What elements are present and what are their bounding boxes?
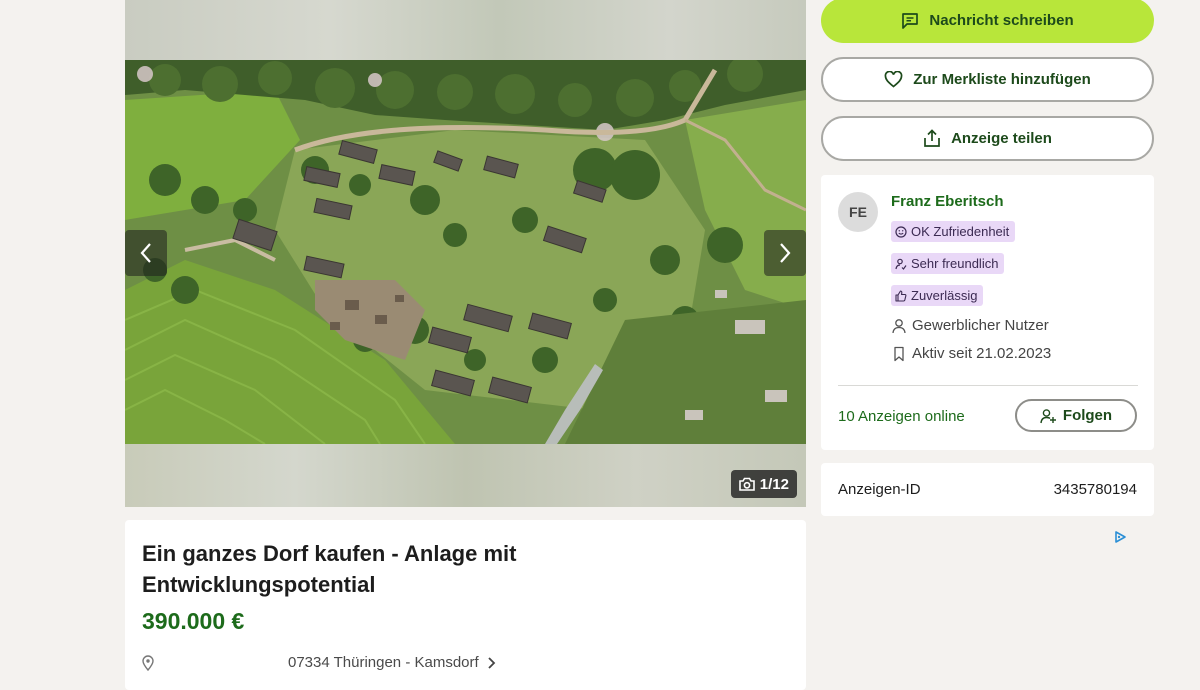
chevron-right-icon — [780, 243, 791, 263]
seller-name-link[interactable]: Franz Eberitsch — [891, 193, 1004, 210]
listing-title: Ein ganzes Dorf kaufen - Anlage mit Entw… — [142, 541, 517, 597]
ad-id-label: Anzeigen-ID — [838, 481, 921, 498]
smiley-icon — [895, 225, 907, 238]
thumbs-up-icon — [895, 289, 907, 302]
avatar[interactable]: FE — [838, 192, 878, 232]
add-to-watchlist-button[interactable]: Zur Merkliste hinzufügen — [821, 57, 1154, 102]
image-gallery[interactable]: 1/12 — [125, 0, 806, 507]
location-pin-icon — [142, 654, 154, 671]
follow-label: Folgen — [1062, 407, 1113, 424]
gallery-prev-button[interactable] — [125, 230, 167, 276]
chevron-right-icon — [488, 656, 495, 669]
follow-user-icon — [1040, 408, 1056, 423]
badge-reliable: Zuverlässig — [891, 285, 984, 306]
image-counter-text: 1/12 — [759, 475, 789, 493]
badge-satisfaction-label: OK Zufriedenheit — [911, 224, 1010, 239]
ad-id-card: Anzeigen-ID 3435780194 — [821, 463, 1154, 516]
adchoices-icon[interactable] — [1113, 530, 1127, 544]
bookmark-icon — [894, 346, 904, 361]
listing-photo[interactable] — [125, 60, 806, 444]
follow-button[interactable]: Folgen — [1015, 399, 1137, 432]
active-since-label: Aktiv seit 21.02.2023 — [912, 345, 1052, 362]
badge-friendly: Sehr freundlich — [891, 253, 1005, 274]
share-icon — [924, 129, 940, 147]
listing-details-card: Ein ganzes Dorf kaufen - Anlage mit Entw… — [125, 520, 806, 690]
friendly-user-icon — [895, 258, 907, 270]
gallery-blur-top — [125, 0, 806, 60]
user-icon — [892, 318, 906, 333]
redacted-street — [168, 656, 288, 670]
share-listing-button[interactable]: Anzeige teilen — [821, 116, 1154, 161]
gallery-blur-bottom — [125, 444, 806, 507]
ad-id-value: 3435780194 — [1053, 481, 1137, 498]
divider — [838, 385, 1138, 386]
seller-type: Gewerblicher Nutzer — [891, 317, 1049, 334]
image-counter[interactable]: 1/12 — [730, 470, 797, 498]
send-message-label: Nachricht schreiben — [929, 12, 1074, 29]
location-text: 07334 Thüringen - Kamsdorf — [288, 654, 479, 671]
heart-icon — [884, 71, 903, 88]
watchlist-label: Zur Merkliste hinzufügen — [913, 71, 1091, 88]
listing-location[interactable]: 07334 Thüringen - Kamsdorf — [142, 654, 496, 671]
message-icon — [902, 12, 919, 29]
seller-type-label: Gewerblicher Nutzer — [912, 317, 1049, 334]
badge-satisfaction: OK Zufriedenheit — [891, 221, 1016, 242]
camera-icon — [738, 477, 755, 491]
seller-active-since: Aktiv seit 21.02.2023 — [891, 345, 1051, 362]
badge-friendly-label: Sehr freundlich — [911, 256, 999, 271]
badge-reliable-label: Zuverlässig — [911, 288, 978, 303]
seller-card: FE Franz Eberitsch OK Zufriedenheit Sehr… — [821, 175, 1154, 450]
gallery-next-button[interactable] — [764, 230, 806, 276]
chevron-left-icon — [140, 243, 151, 263]
listing-price: 390.000 € — [142, 608, 245, 634]
ads-online-link[interactable]: 10 Anzeigen online — [838, 408, 965, 425]
share-label: Anzeige teilen — [951, 130, 1052, 147]
send-message-button[interactable]: Nachricht schreiben — [821, 0, 1154, 43]
